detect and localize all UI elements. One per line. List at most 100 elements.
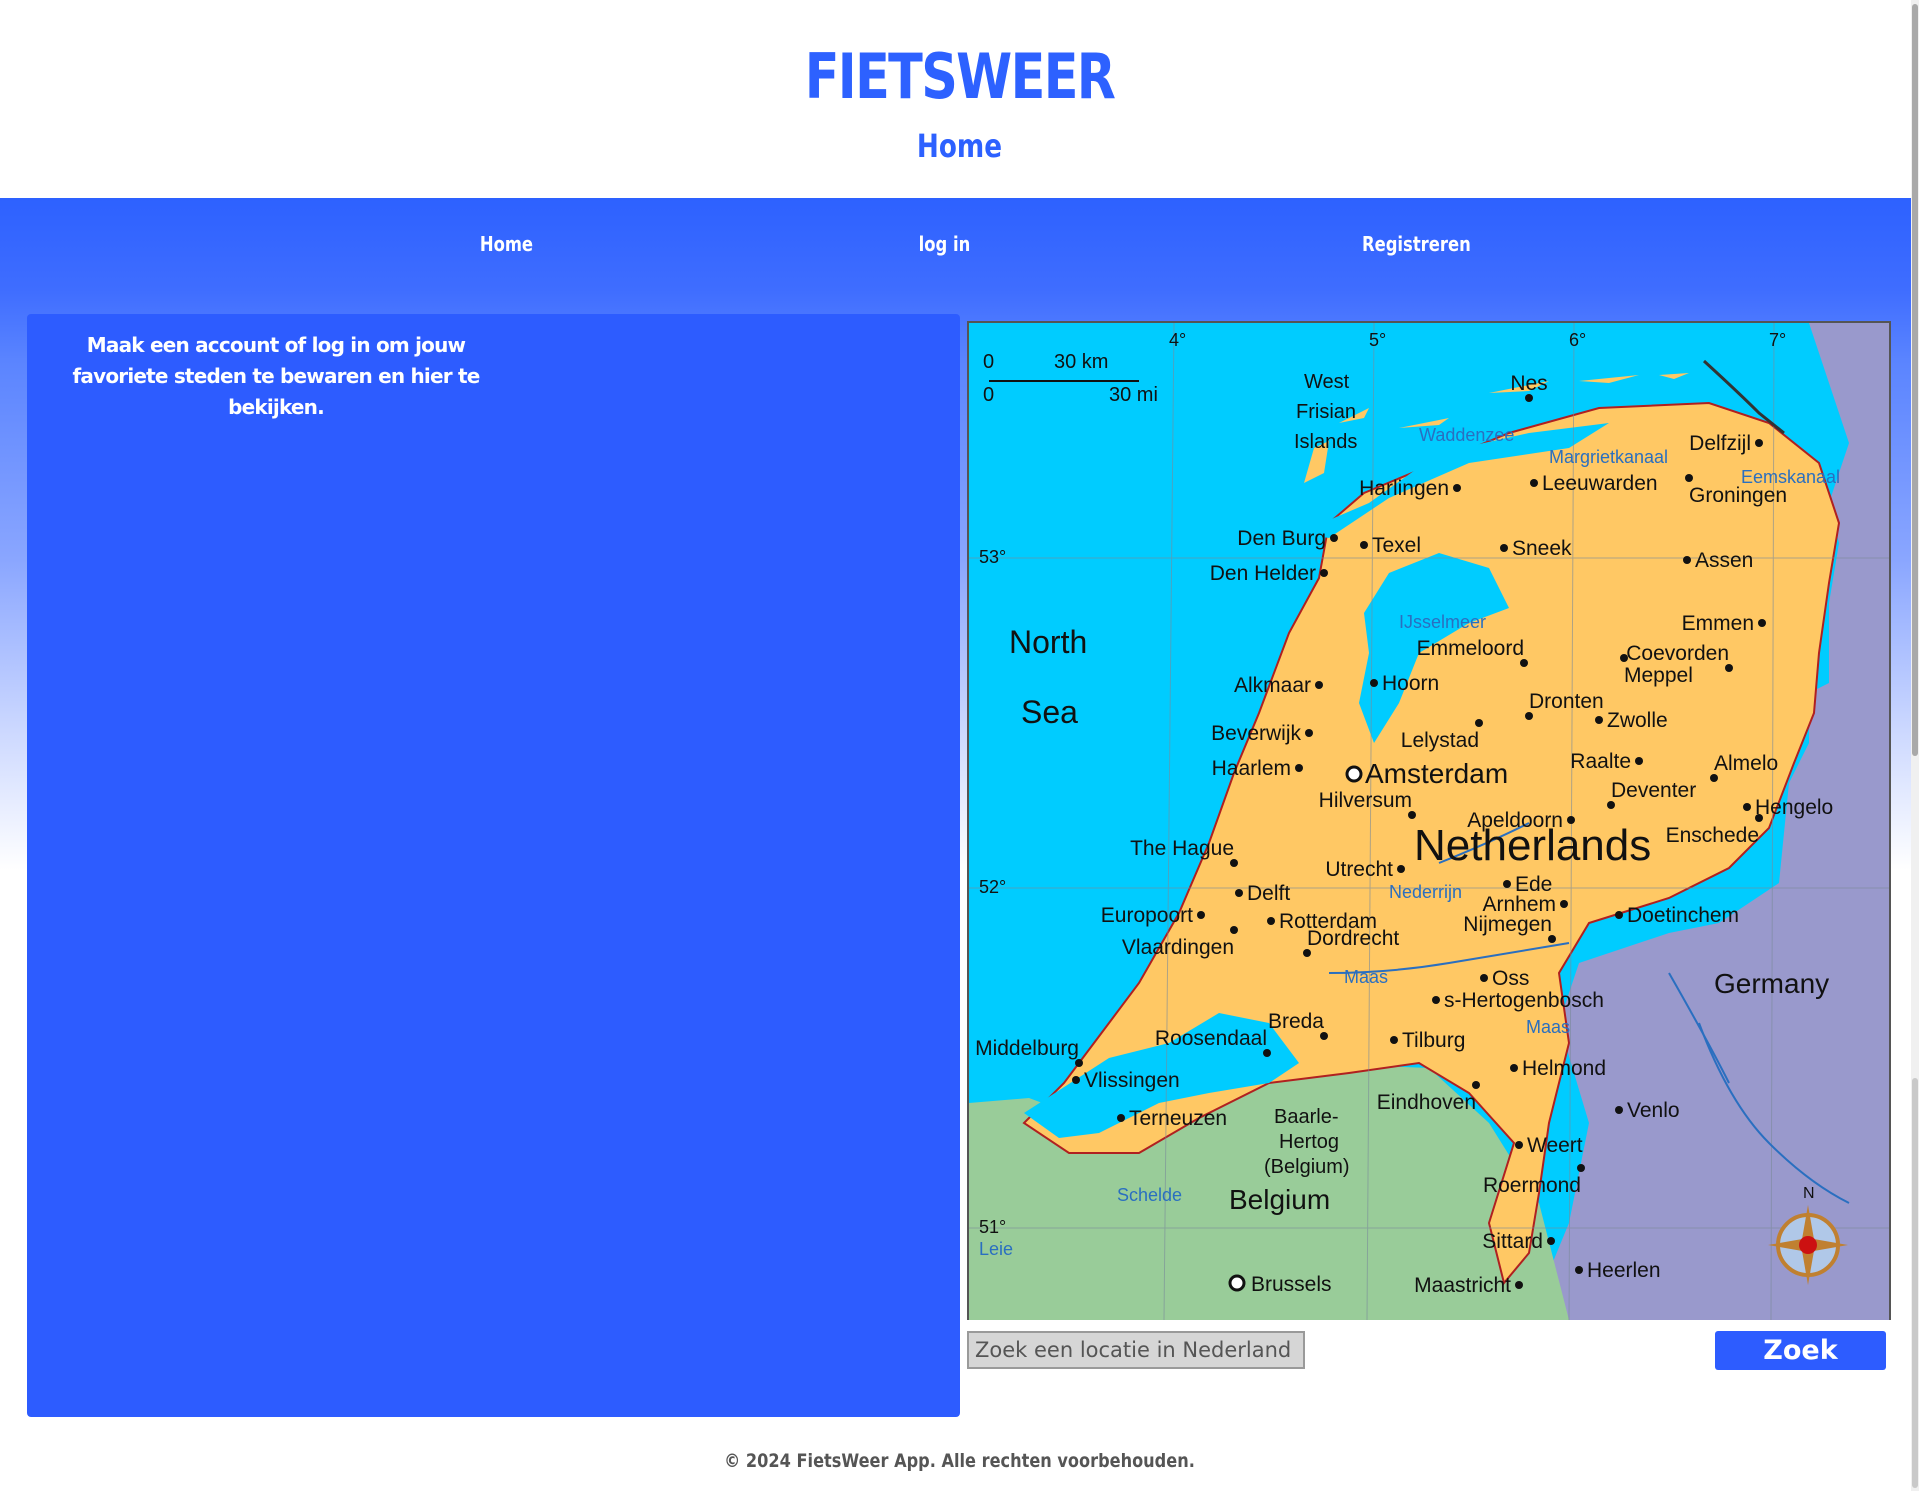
capital-marker: Amsterdam: [1345, 758, 1508, 789]
scrollbar-thumb[interactable]: [1912, 4, 1918, 756]
svg-text:IJsselmeer: IJsselmeer: [1399, 612, 1486, 632]
city-dot: [1725, 664, 1733, 672]
city-label: Enschede: [1666, 824, 1759, 847]
city-label: Leeuwarden: [1542, 472, 1658, 495]
city-dot: [1075, 1059, 1083, 1067]
city-label: Haarlem: [1212, 757, 1291, 780]
brand-title: FIETSWEER: [804, 40, 1116, 113]
city-label: Helmond: [1522, 1057, 1606, 1080]
site-header: FIETSWEER Home: [0, 0, 1919, 198]
city-label: The Hague: [1130, 837, 1234, 860]
city-dot: [1620, 654, 1628, 662]
city-label: Venlo: [1627, 1099, 1680, 1122]
sea-label: Sea: [1021, 694, 1078, 730]
city-label: Emmeloord: [1417, 637, 1524, 660]
city-dot: [1560, 900, 1568, 908]
city-dot: [1577, 1164, 1585, 1172]
city-dot: [1548, 935, 1556, 943]
city-dot: [1390, 1036, 1398, 1044]
svg-text:0: 0: [983, 384, 994, 406]
city-dot: [1510, 1064, 1518, 1072]
nav-login-link[interactable]: log in: [919, 232, 971, 256]
city-dot: [1615, 911, 1623, 919]
city-dot: [1475, 719, 1483, 727]
city-label: Weert: [1527, 1134, 1583, 1157]
city-dot: [1360, 541, 1368, 549]
sea-label: North: [1009, 624, 1087, 660]
city-label: Apeldoorn: [1467, 809, 1563, 832]
netherlands-map[interactable]: 4° 5° 6° 7° 53° 52° 51° 0 30 km 0 30 mi …: [967, 321, 1891, 1320]
city-dot: [1305, 729, 1313, 737]
svg-text:West: West: [1304, 371, 1350, 393]
svg-text:(Belgium): (Belgium): [1264, 1156, 1350, 1178]
svg-text:Maas: Maas: [1344, 967, 1388, 987]
city-dot: [1567, 816, 1575, 824]
city-label: Dordrecht: [1307, 927, 1399, 950]
city-dot: [1503, 880, 1511, 888]
city-label: Meppel: [1624, 664, 1693, 687]
city-label: Doetinchem: [1627, 904, 1739, 927]
city-label: Roermond: [1483, 1174, 1581, 1197]
svg-text:Frisian: Frisian: [1296, 401, 1356, 423]
city-dot: [1525, 712, 1533, 720]
location-search-input[interactable]: [967, 1331, 1305, 1369]
city-label: Nes: [1510, 372, 1547, 395]
scrollbar-track-lower: [1912, 1078, 1918, 1488]
city-label: Tilburg: [1402, 1029, 1465, 1052]
city-dot: [1320, 1032, 1328, 1040]
city-label: Deventer: [1611, 779, 1696, 802]
city-dot: [1230, 926, 1238, 934]
city-dot: [1267, 917, 1275, 925]
city-label: Brussels: [1251, 1273, 1332, 1296]
city-label: Coevorden: [1626, 642, 1729, 665]
city-dot: [1575, 1266, 1583, 1274]
city-dot: [1520, 659, 1528, 667]
city-dot: [1230, 859, 1238, 867]
city-dot: [1330, 534, 1338, 542]
svg-text:Leie: Leie: [979, 1239, 1013, 1259]
city-label: Terneuzen: [1129, 1107, 1227, 1130]
svg-text:Nederrijn: Nederrijn: [1389, 882, 1462, 902]
city-dot: [1685, 474, 1693, 482]
footer-copyright: © 2024 FietsWeer App. Alle rechten voorb…: [724, 1450, 1195, 1472]
search-button[interactable]: Zoek: [1715, 1331, 1886, 1370]
lon-label: 4°: [1169, 330, 1186, 350]
city-dot: [1072, 1076, 1080, 1084]
city-dot: [1710, 774, 1718, 782]
city-dot: [1500, 544, 1508, 552]
city-dot: [1607, 801, 1615, 809]
city-dot: [1615, 1106, 1623, 1114]
city-label: Europoort: [1101, 904, 1193, 927]
city-dot: [1683, 556, 1691, 564]
svg-text:Maas: Maas: [1526, 1017, 1570, 1037]
city-dot: [1303, 949, 1311, 957]
city-label: Harlingen: [1359, 477, 1449, 500]
lon-label: 6°: [1569, 330, 1586, 350]
city-label: Zwolle: [1607, 709, 1668, 732]
city-dot: [1472, 1081, 1480, 1089]
city-dot: [1525, 394, 1533, 402]
svg-text:0: 0: [983, 351, 994, 373]
page-scrollbar[interactable]: [1911, 0, 1919, 1491]
city-label: Heerlen: [1587, 1259, 1661, 1282]
svg-text:Amsterdam: Amsterdam: [1365, 758, 1508, 789]
city-dot: [1755, 814, 1763, 822]
nav-home-link[interactable]: Home: [480, 232, 533, 256]
lat-label: 53°: [979, 547, 1006, 567]
city-label: Alkmaar: [1234, 674, 1311, 697]
city-dot: [1480, 974, 1488, 982]
map-image: 4° 5° 6° 7° 53° 52° 51° 0 30 km 0 30 mi …: [969, 323, 1889, 1320]
city-label: Utrecht: [1325, 858, 1393, 881]
city-label: Hoorn: [1382, 672, 1439, 695]
city-label: Den Burg: [1237, 527, 1326, 550]
city-label: s-Hertogenbosch: [1444, 989, 1604, 1012]
city-label: Maastricht: [1414, 1274, 1511, 1297]
city-dot: [1235, 889, 1243, 897]
city-dot: [1530, 479, 1538, 487]
svg-text:N: N: [1803, 1185, 1815, 1202]
svg-text:Hertog: Hertog: [1279, 1131, 1339, 1153]
city-label: Delfzijl: [1689, 432, 1751, 455]
city-dot: [1515, 1281, 1523, 1289]
svg-text:Islands: Islands: [1294, 431, 1357, 453]
nav-register-link[interactable]: Registreren: [1362, 232, 1471, 256]
